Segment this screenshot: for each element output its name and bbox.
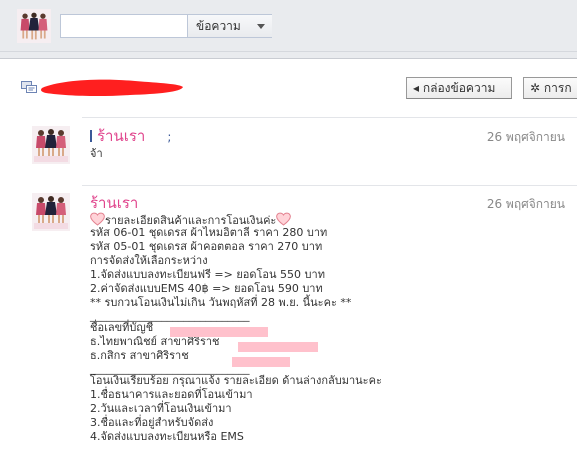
message-line: 1.ชื่อธนาคารและยอดที่โอนเข้ามา xyxy=(90,388,253,401)
message-line: การจัดส่งให้เลือกระหว่าง xyxy=(90,254,208,267)
message-line: 2.วันและเวลาที่โอนเงินเข้ามา xyxy=(90,402,232,415)
actions-button[interactable]: ✲ การก xyxy=(523,77,577,99)
redacted-account-number xyxy=(170,327,268,337)
message-line: รหัส 05-01 ชุดเดรส ผ้าคอตตอล ราคา 270 บา… xyxy=(90,240,323,253)
sender-accent-bar xyxy=(90,130,92,142)
message-line: 3.ชื่อและที่อยู่สำหรับจัดส่ง xyxy=(90,416,214,429)
message-line: 2.ค่าจัดส่งแบบEMS 40฿ => ยอดโอน 590 บาท xyxy=(90,282,323,295)
page-avatar-thumbnail[interactable] xyxy=(17,9,51,43)
redacted-conversation-name xyxy=(41,79,183,97)
search-type-label: ข้อความ xyxy=(196,19,241,33)
redacted-account-number xyxy=(238,342,318,352)
search-type-select[interactable]: ข้อความ xyxy=(187,15,272,37)
message-line: ** รบกวนโอนเงินไม่เกิน วันพฤหัสที่ 28 พ.… xyxy=(90,296,352,309)
message-date: 26 พฤศจิกายน xyxy=(486,197,565,211)
message-heading: รายละเอียดสินค้าและการโอนเงินค่ะ xyxy=(90,212,382,227)
heart-icon xyxy=(276,212,292,226)
back-to-inbox-label: ◂ กล่องข้อความ xyxy=(413,81,496,95)
sender-avatar[interactable] xyxy=(32,193,70,231)
conversation-icon xyxy=(21,81,37,93)
message-line: 1.จัดส่งแบบลงทะเบียนฟรี => ยอดโอน 550 บา… xyxy=(90,268,325,281)
actions-label: ✲ การก xyxy=(530,81,572,95)
redacted-account-number xyxy=(232,357,290,367)
message-line: 4.จัดส่งแบบลงทะเบียนหรือ EMS xyxy=(90,430,244,443)
search-box: ข้อความ xyxy=(60,14,272,38)
chevron-down-icon xyxy=(257,24,265,29)
heart-icon xyxy=(90,212,105,226)
top-header: ข้อความ xyxy=(0,0,577,59)
fashion-models-image xyxy=(17,9,51,43)
sender-name: ร้านเรา xyxy=(90,194,139,212)
message-date: 26 พฤศจิกายน xyxy=(486,130,565,144)
message-line: จ้า xyxy=(90,147,103,160)
message-line: ธ.ไทยพาณิชย์ สาขาศิริราช xyxy=(90,335,220,348)
message-line: โอนเงินเรียบร้อย กรุณาแจ้ง รายละเอียด ด้… xyxy=(90,374,382,387)
message-sender[interactable]: ร้านเรา; xyxy=(90,124,171,148)
sender-name: ร้านเรา xyxy=(97,127,146,145)
search-input[interactable] xyxy=(61,15,186,37)
fashion-models-image xyxy=(32,126,70,164)
message-divider xyxy=(82,117,577,118)
back-to-inbox-button[interactable]: ◂ กล่องข้อความ xyxy=(406,77,512,99)
sender-avatar[interactable] xyxy=(32,126,70,164)
message-separator: _____________________________ xyxy=(90,309,250,322)
message-body: จ้า xyxy=(90,147,103,161)
header-divider xyxy=(0,51,577,52)
sender-suffix: ; xyxy=(167,130,172,144)
message-line: รหัส 06-01 ชุดเดรส ผ้าไหมอิตาลี ราคา 280… xyxy=(90,226,328,239)
message-divider xyxy=(82,185,577,186)
fashion-models-image xyxy=(32,193,70,231)
